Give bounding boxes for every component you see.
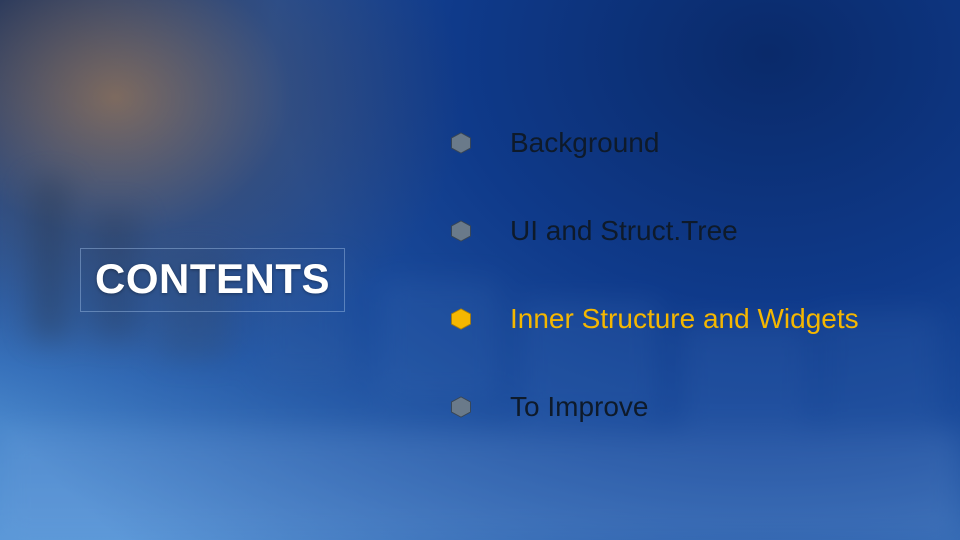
hexagon-bullet-icon — [450, 220, 472, 242]
contents-list: Background UI and Struct.Tree Inner Stru… — [380, 117, 960, 423]
list-item: UI and Struct.Tree — [450, 215, 930, 247]
list-item-label: Inner Structure and Widgets — [510, 303, 859, 335]
list-item: To Improve — [450, 391, 930, 423]
hexagon-bullet-icon — [450, 396, 472, 418]
list-item-label: UI and Struct.Tree — [510, 215, 738, 247]
list-item-label: Background — [510, 127, 659, 159]
title-box: CONTENTS — [80, 248, 345, 312]
list-item-label: To Improve — [510, 391, 649, 423]
hexagon-bullet-icon — [450, 308, 472, 330]
title-area: CONTENTS — [0, 228, 380, 312]
list-item: Background — [450, 127, 930, 159]
list-item-active: Inner Structure and Widgets — [450, 303, 930, 335]
page-title: CONTENTS — [95, 255, 330, 303]
slide-contents: CONTENTS Background UI and Struct.Tree I… — [0, 0, 960, 540]
hexagon-bullet-icon — [450, 132, 472, 154]
